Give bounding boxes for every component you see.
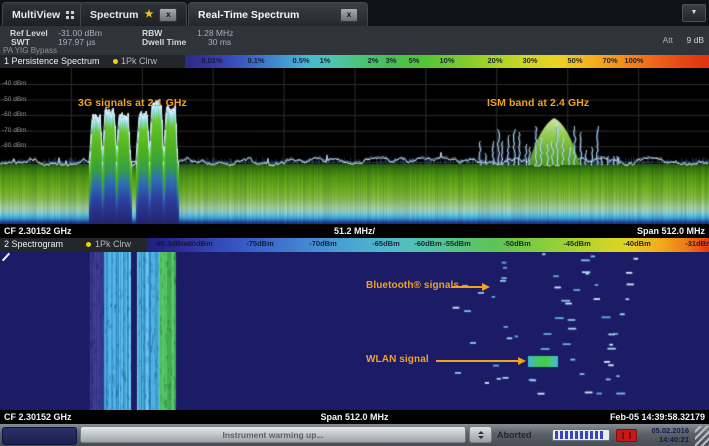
persistence-spectrum-canvas xyxy=(0,68,709,224)
scale-tick-label: 1% xyxy=(320,56,331,65)
scale-tick-label: -65dBm xyxy=(372,239,400,248)
scale-tick-label: -75dBm xyxy=(246,239,274,248)
tab-multiview[interactable]: MultiView xyxy=(2,2,84,26)
amplitude-tick-label: -40 dBm xyxy=(2,80,27,87)
frame-timestamp: Feb-05 14:39:58.32179 xyxy=(610,410,705,424)
swt-value[interactable]: 197.97 µs xyxy=(58,37,96,47)
scale-tick-label: 0.1% xyxy=(247,56,264,65)
mhz-per-division-value: 51.2 MHz/ xyxy=(334,224,375,238)
amplitude-tick-label: -80 dBm xyxy=(2,142,27,149)
bluetooth-arrow-head-icon xyxy=(482,283,490,291)
center-frequency-value[interactable]: CF 2.30152 GHz xyxy=(4,224,72,238)
persistence-trace-label[interactable]: 1Pk Clrw xyxy=(121,56,157,66)
spectrogram-footer-bar: CF 2.30152 GHz Span 512.0 MHz Feb-05 14:… xyxy=(0,410,709,424)
annotation-wlan-signal: WLAN signal xyxy=(366,354,429,365)
resize-grip[interactable] xyxy=(695,426,709,446)
dwell-time-label: Dwell Time xyxy=(142,37,186,47)
trace-active-dot-icon xyxy=(113,59,118,64)
tab-realtime-spectrum[interactable]: Real-Time Spectrum x xyxy=(188,2,368,26)
annotation-ism-band: ISM band at 2.4 GHz xyxy=(487,97,589,109)
tab-multiview-label: MultiView xyxy=(12,9,60,21)
scale-tick-label: 3% xyxy=(386,56,397,65)
scale-tick-label: -31dBm xyxy=(685,239,709,248)
measurement-state-label: Aborted xyxy=(497,424,532,446)
close-tab-icon[interactable]: x xyxy=(340,8,358,22)
spectrogram-window-header[interactable]: 2 Spectrogram 1Pk Clrw -90.3dBm-80dBm -75… xyxy=(0,238,709,252)
tab-spectrum-label: Spectrum xyxy=(90,9,138,21)
status-date: 05.02.2016 xyxy=(629,426,689,435)
scale-tick-label: -40dBm xyxy=(623,239,651,248)
scale-tick-label: 20% xyxy=(487,56,502,65)
annotation-3g-signals: 3G signals at 2.1 GHz xyxy=(78,97,187,109)
persistence-window-header[interactable]: 1 Persistence Spectrum 1Pk Clrw 0.01% 0.1… xyxy=(0,55,709,68)
amplitude-axis-labels: -40 dBm -50 dBm -60 dBm -70 dBm -80 dBm xyxy=(0,68,60,224)
dwell-time-value[interactable]: 30 ms xyxy=(208,37,231,47)
scale-tick-label: 30% xyxy=(522,56,537,65)
span-value[interactable]: Span 512.0 MHz xyxy=(320,410,388,424)
scale-tick-label: 70% xyxy=(602,56,617,65)
att-label: Att xyxy=(663,35,673,45)
scale-tick-label: 10% xyxy=(439,56,454,65)
tab-realtime-label: Real-Time Spectrum xyxy=(198,9,299,21)
scale-tick-label: -55dBm xyxy=(443,239,471,248)
scale-tick-label: 5% xyxy=(409,56,420,65)
pa-yig-bypass-label: PA YIG Bypass xyxy=(3,46,57,55)
trace-active-dot-icon xyxy=(86,242,91,247)
spectrogram-plot: Bluetooth® signals WLAN signal xyxy=(0,252,709,410)
persistence-color-scale: 0.01% 0.1% 0.5% 1% 2% 3% 5% 10% 20% 30% 50% 70% 100% xyxy=(185,55,709,68)
progress-bar xyxy=(552,429,610,441)
scale-tick-label: -50dBm xyxy=(503,239,531,248)
spectrogram-color-scale: -90.3dBm-80dBm-75dBm-70dBm-65dBm-60dBm-5… xyxy=(147,238,709,252)
amplitude-tick-label: -50 dBm xyxy=(2,96,27,103)
tab-list-dropdown-button[interactable]: ▼ xyxy=(682,4,706,22)
wlan-arrow-head-icon xyxy=(518,357,526,365)
status-message: Instrument warming up... xyxy=(80,426,466,443)
scale-tick-label: -60dBm xyxy=(414,239,442,248)
chevron-down-icon: ▼ xyxy=(691,9,698,16)
status-bar: Instrument warming up... Aborted 05.02.2… xyxy=(0,424,709,446)
annotation-bluetooth-signals: Bluetooth® signals xyxy=(366,280,459,291)
scale-tick-label: 0.01% xyxy=(201,56,222,65)
scale-tick-label: -90.3dBm xyxy=(154,239,188,248)
amplitude-tick-label: -60 dBm xyxy=(2,111,27,118)
span-value[interactable]: Span 512.0 MHz xyxy=(637,224,705,238)
softkey-placeholder[interactable] xyxy=(2,427,77,445)
scale-tick-label: -70dBm xyxy=(309,239,337,248)
status-time: 14:40:21 xyxy=(629,435,689,444)
tab-bar: MultiView Spectrum ★ x Real-Time Spectru… xyxy=(0,0,709,26)
star-icon: ★ xyxy=(144,10,153,20)
spectrogram-canvas xyxy=(0,252,709,410)
close-tab-icon[interactable]: x xyxy=(159,8,177,22)
wlan-arrow-line xyxy=(436,360,518,362)
att-value[interactable]: 9 dB xyxy=(687,35,705,45)
scale-tick-label: -80dBm xyxy=(185,239,213,248)
message-scroll-stepper[interactable] xyxy=(469,426,492,443)
scale-tick-label: -45dBm xyxy=(563,239,591,248)
persistence-spectrum-plot: -40 dBm -50 dBm -60 dBm -70 dBm -80 dBm 3G s… xyxy=(0,68,709,224)
persistence-window-title: 1 Persistence Spectrum xyxy=(4,56,100,66)
center-frequency-value[interactable]: CF 2.30152 GHz xyxy=(4,410,72,424)
datetime-display: 05.02.2016 14:40:21 xyxy=(629,426,689,444)
tab-spectrum[interactable]: Spectrum ★ x xyxy=(80,2,187,26)
scale-tick-label: 100% xyxy=(624,56,643,65)
spectrogram-trace-label[interactable]: 1Pk Clrw xyxy=(95,239,131,249)
multiview-grid-icon xyxy=(66,11,74,19)
bluetooth-arrow-line xyxy=(452,286,482,288)
amplitude-tick-label: -70 dBm xyxy=(2,127,27,134)
analyzer-screen: MultiView Spectrum ★ x Real-Time Spectru… xyxy=(0,0,709,446)
scale-tick-label: 2% xyxy=(368,56,379,65)
scale-tick-label: 50% xyxy=(567,56,582,65)
spectrogram-window-title: 2 Spectrogram xyxy=(4,239,63,249)
persistence-footer-bar: CF 2.30152 GHz 51.2 MHz/ Span 512.0 MHz xyxy=(0,224,709,238)
scale-tick-label: 0.5% xyxy=(292,56,309,65)
channel-settings-bar: Ref Level -31.00 dBm RBW 1.28 MHz SWT 19… xyxy=(0,26,709,55)
